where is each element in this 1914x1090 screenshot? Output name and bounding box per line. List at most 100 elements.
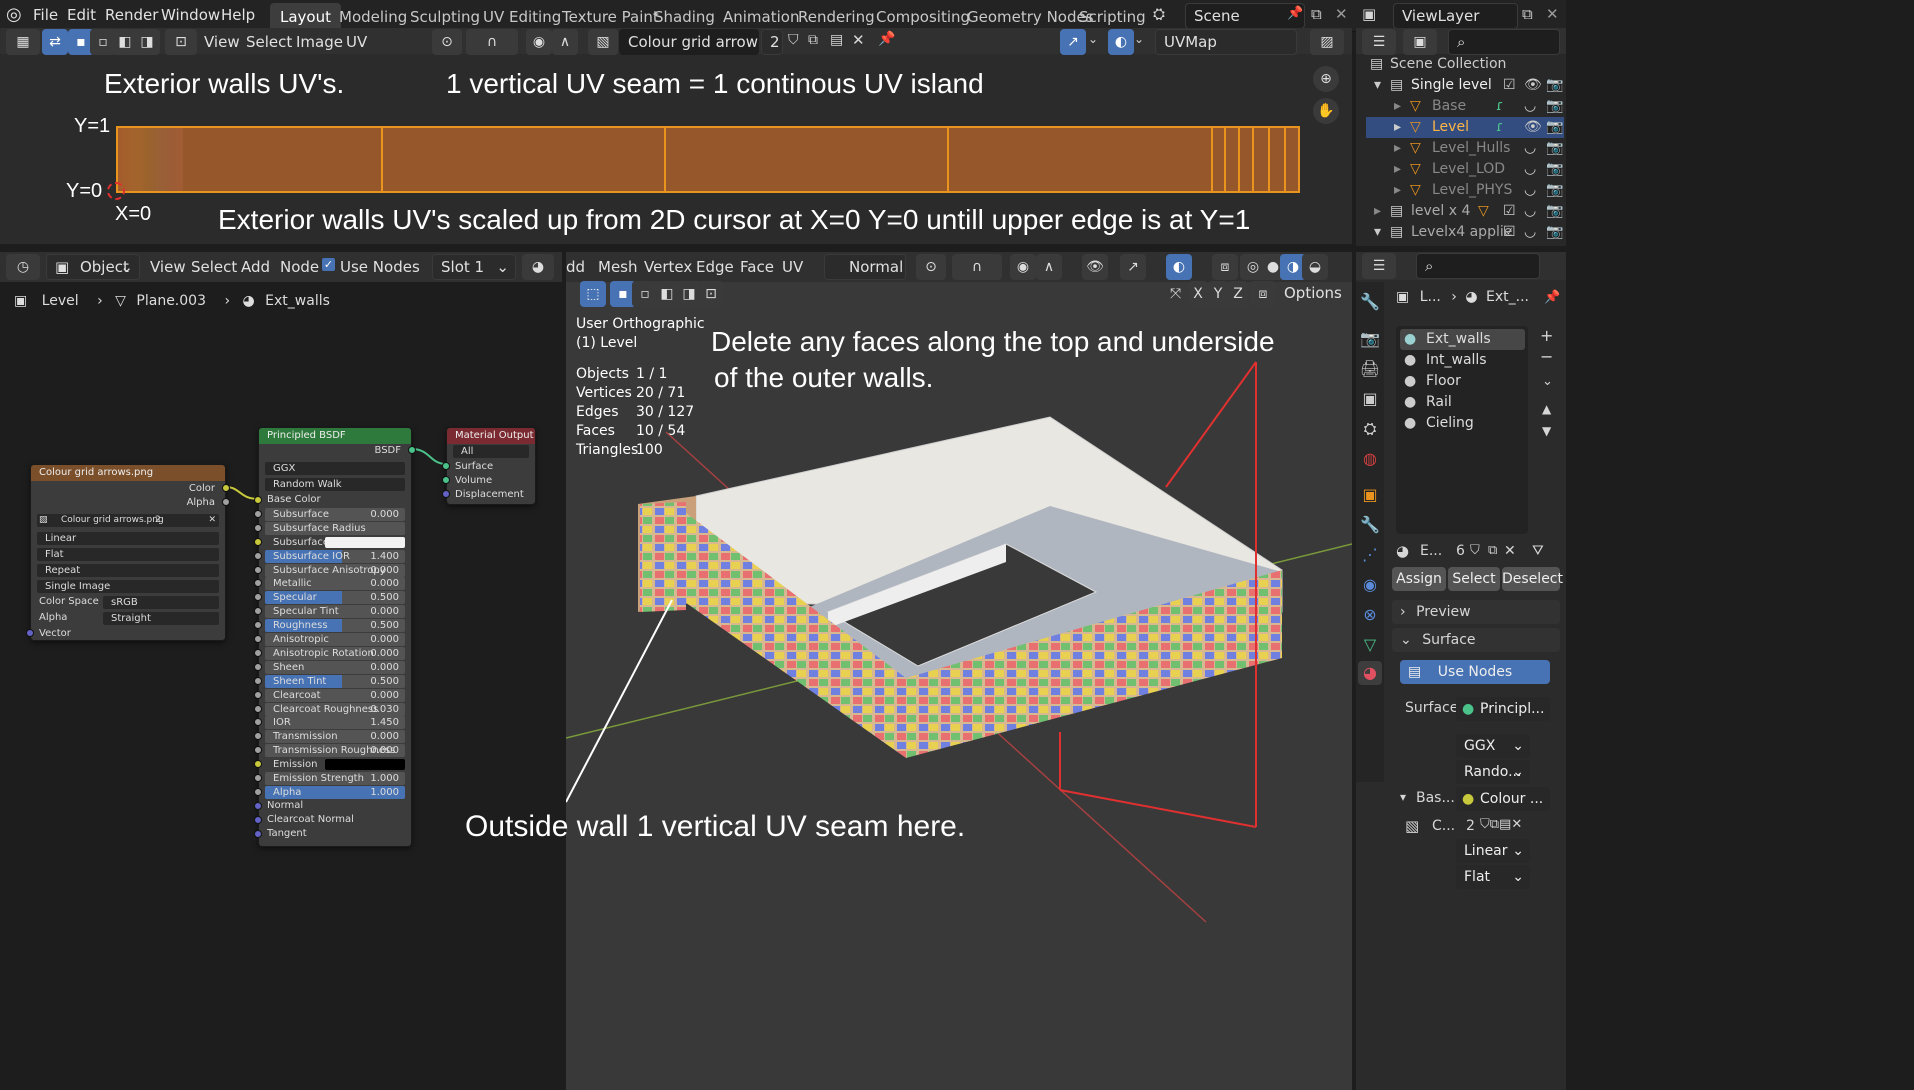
outliner-item-level[interactable]: ▸ ▽ Level ɾ 👁 📷 [1366, 117, 1564, 138]
outliner-item-level-lod[interactable]: ▸ ▽ Level_LOD ◡ 📷 [1366, 159, 1564, 180]
render-tab-icon[interactable]: 📷 [1358, 327, 1382, 351]
bsdf-input-row[interactable]: Transmission Roughness 0.000 [265, 744, 405, 758]
image-name-field[interactable]: Colour grid arrows.png [619, 29, 759, 55]
input-socket[interactable] [254, 690, 262, 699]
input-socket[interactable] [254, 551, 262, 560]
tool-tab-icon[interactable]: 🔧 [1358, 290, 1382, 314]
visibility-icon[interactable]: 👁 [1082, 254, 1108, 280]
vp-menu-uv[interactable]: UV [782, 258, 803, 276]
input-socket[interactable] [254, 787, 262, 796]
data-tab-icon[interactable]: ▽ [1358, 633, 1382, 657]
eye-closed-icon[interactable]: ◡ [1524, 201, 1536, 222]
material-slot-int-walls[interactable]: ● Int_walls [1400, 350, 1525, 371]
interpolation-select[interactable]: Linear [37, 532, 219, 545]
unlink-image-icon[interactable]: ✕ [852, 31, 865, 49]
image-users-count[interactable]: 2 [1466, 818, 1475, 834]
eye-closed-icon[interactable]: ◡ [1524, 222, 1536, 243]
material-slot-floor[interactable]: ● Floor [1400, 371, 1525, 392]
fake-user-icon[interactable]: ⛉ [1470, 543, 1480, 558]
input-socket[interactable] [254, 496, 262, 504]
camera-icon[interactable]: 📷 [1546, 117, 1563, 138]
vp-menu-face[interactable]: Face [740, 258, 774, 276]
image-selector[interactable]: ▧ Colour grid arrows.png 2 ✕ [37, 514, 219, 527]
vp-menu-mesh[interactable]: Mesh [598, 258, 638, 276]
socket-bsdf[interactable] [408, 446, 416, 454]
camera-icon[interactable]: 📷 [1546, 159, 1563, 180]
material-slot-ext-walls[interactable]: ● Ext_walls [1400, 329, 1525, 350]
distribution-select[interactable]: GGX ⌄ [1456, 734, 1530, 758]
input-socket[interactable] [254, 621, 262, 630]
outliner-item-base[interactable]: ▸ ▽ Base ɾ ◡ 📷 [1366, 96, 1564, 117]
bsdf-input-row[interactable]: Subsurface 0.000 [265, 507, 405, 521]
scene-collection-row[interactable]: ▤ Scene Collection [1366, 54, 1564, 75]
eye-closed-icon[interactable]: ◡ [1524, 96, 1536, 117]
pin-icon[interactable]: 📌 [1287, 6, 1303, 21]
image-browse-icon[interactable]: ▧ [1405, 817, 1419, 835]
object-tab-icon[interactable]: ▣ [1358, 483, 1382, 507]
bsdf-input-row[interactable]: Subsurface IOR 1.400 [265, 549, 405, 563]
gizmo-dropdown-icon[interactable]: ⌄ [1088, 32, 1098, 46]
expand-icon[interactable]: ▸ [1374, 201, 1381, 222]
color-swatch[interactable] [325, 536, 405, 548]
input-socket[interactable] [254, 676, 262, 685]
socket-surface[interactable] [442, 462, 450, 470]
material-slot-rail[interactable]: ● Rail [1400, 392, 1525, 413]
falloff-curve-icon[interactable]: ∧ [1036, 254, 1062, 280]
tab-scripting[interactable]: Scripting [1069, 3, 1156, 31]
input-socket[interactable] [254, 760, 262, 769]
input-socket[interactable] [254, 774, 262, 782]
pin-icon[interactable]: 📌 [1544, 290, 1560, 305]
add-slot-icon[interactable]: + [1540, 326, 1553, 345]
particles-tab-icon[interactable]: ⋰ [1358, 543, 1382, 567]
viewlayer-icon[interactable]: ▣ [1362, 5, 1376, 23]
use-nodes-button[interactable]: ▤ Use Nodes [1400, 660, 1550, 684]
bsdf-input-row[interactable]: Sheen 0.000 [265, 660, 405, 674]
expand-icon[interactable]: ▸ [1394, 180, 1401, 201]
link-type-icon[interactable]: ⛛ [1532, 543, 1544, 559]
rendered-shading-icon[interactable]: ◒ [1302, 254, 1328, 280]
expand-icon[interactable]: ▾ [1374, 222, 1381, 243]
uvmap-field[interactable]: UVMap [1155, 29, 1297, 55]
surface-panel-header[interactable]: ⌄ Surface [1392, 628, 1560, 652]
outliner-item-level-x4[interactable]: ▸ ▤ level x 4 ▽ ☑ ◡ 📷 [1366, 201, 1564, 222]
subsurface-method-select[interactable]: Random Walk [265, 478, 405, 491]
new-viewlayer-icon[interactable]: ⧉ [1522, 5, 1533, 23]
new-image-icon[interactable]: ⧉ [808, 32, 818, 48]
bsdf-input-row[interactable]: Anisotropic Rotation 0.000 [265, 646, 405, 660]
physics-tab-icon[interactable]: ◉ [1358, 573, 1382, 597]
interpolation-select[interactable]: Linear ⌄ [1456, 839, 1530, 863]
bsdf-input-row[interactable]: Emission Strength 1.000 [265, 772, 405, 785]
gizmo-toggle-icon[interactable]: ↗ [1120, 254, 1146, 280]
vp-menu-vertex[interactable]: Vertex [644, 258, 692, 276]
delete-scene-icon[interactable]: ✕ [1335, 5, 1348, 23]
expand-icon[interactable]: ▸ [1394, 96, 1401, 117]
bsdf-input-row[interactable]: IOR 1.450 [265, 716, 405, 730]
image-actions-icons[interactable]: ⛉⧉▤✕ [1480, 817, 1522, 832]
vp-menu-add[interactable]: dd [566, 258, 585, 276]
base-color-input[interactable]: ● Colour ... [1456, 787, 1550, 811]
world-tab-icon[interactable]: ◍ [1358, 447, 1382, 471]
expand-icon[interactable]: ▾ [1374, 75, 1381, 96]
eye-closed-icon[interactable]: ◡ [1524, 180, 1536, 201]
input-socket[interactable] [254, 537, 262, 546]
pan-hand-icon[interactable]: ✋ [1313, 98, 1339, 124]
input-socket[interactable] [254, 509, 262, 518]
assign-button[interactable]: Assign [1392, 567, 1446, 591]
material-tab-icon[interactable]: ◕ [1358, 661, 1382, 685]
projection-select[interactable]: Flat [37, 548, 219, 561]
camera-icon[interactable]: 📷 [1546, 201, 1563, 222]
checkbox-icon[interactable]: ☑ [1503, 75, 1516, 96]
input-socket[interactable] [254, 829, 262, 838]
snapping-icon[interactable]: ∩ [952, 254, 1002, 280]
view-layer-tab-icon[interactable]: ▣ [1358, 387, 1382, 411]
bsdf-input-row[interactable]: Tangent [267, 828, 307, 839]
overlays-toggle-icon[interactable]: ◐ [1166, 254, 1192, 280]
modifier-tab-icon[interactable]: 🔧 [1358, 513, 1382, 537]
eye-closed-icon[interactable]: ◡ [1524, 159, 1536, 180]
expand-icon[interactable]: ▸ [1394, 138, 1401, 159]
image-users-count[interactable]: 2 [761, 29, 783, 55]
image-short-name[interactable]: C... [1432, 818, 1455, 834]
input-socket[interactable] [254, 815, 262, 824]
colorspace-select[interactable]: sRGB [103, 596, 219, 609]
eye-closed-icon[interactable]: ◡ [1524, 138, 1536, 159]
